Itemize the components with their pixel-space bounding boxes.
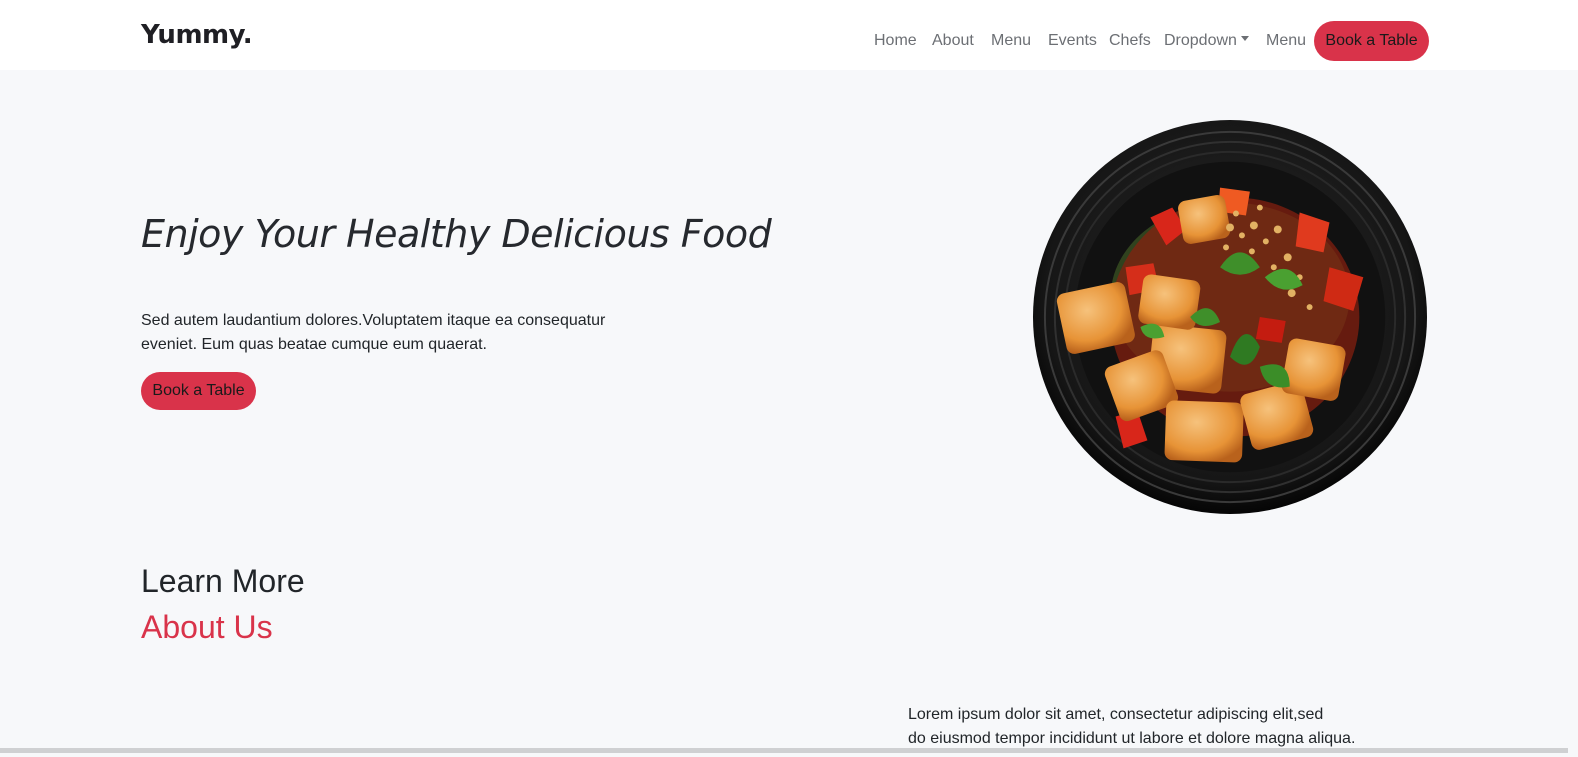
- nav-dropdown[interactable]: Dropdown: [1164, 32, 1249, 50]
- main-nav: Home About Menu Events Chefs Dropdown Me…: [0, 20, 1578, 62]
- nav-link-menu-2[interactable]: Menu: [1266, 32, 1306, 50]
- hero-description: Sed autem laudantium dolores.Voluptatem …: [141, 312, 606, 353]
- about-paragraph-line: Lorem ipsum dolor sit amet, consectetur …: [908, 706, 1324, 723]
- hero-title: Enjoy Your Healthy Delicious Food: [141, 212, 772, 256]
- section-heading: About Us: [141, 609, 273, 645]
- about-paragraph: Lorem ipsum dolor sit amet, consectetur …: [908, 703, 1378, 751]
- caret-down-icon: [1240, 36, 1249, 42]
- nav-link-chefs[interactable]: Chefs: [1109, 32, 1151, 50]
- top-navbar: Yummy. Home About Menu Events Chefs Drop…: [0, 0, 1578, 70]
- nav-link-home[interactable]: Home: [874, 32, 917, 50]
- nav-dropdown-label: Dropdown: [1164, 32, 1237, 49]
- nav-book-table-button[interactable]: Book a Table: [1314, 21, 1429, 61]
- food-plate-image: [1032, 119, 1428, 515]
- horizontal-scrollbar[interactable]: [0, 748, 1568, 753]
- nav-link-about[interactable]: About: [932, 32, 974, 50]
- nav-link-menu[interactable]: Menu: [991, 32, 1031, 50]
- hero-book-table-button[interactable]: Book a Table: [141, 372, 256, 410]
- section-kicker: Learn More: [141, 563, 305, 599]
- nav-link-events[interactable]: Events: [1048, 32, 1097, 50]
